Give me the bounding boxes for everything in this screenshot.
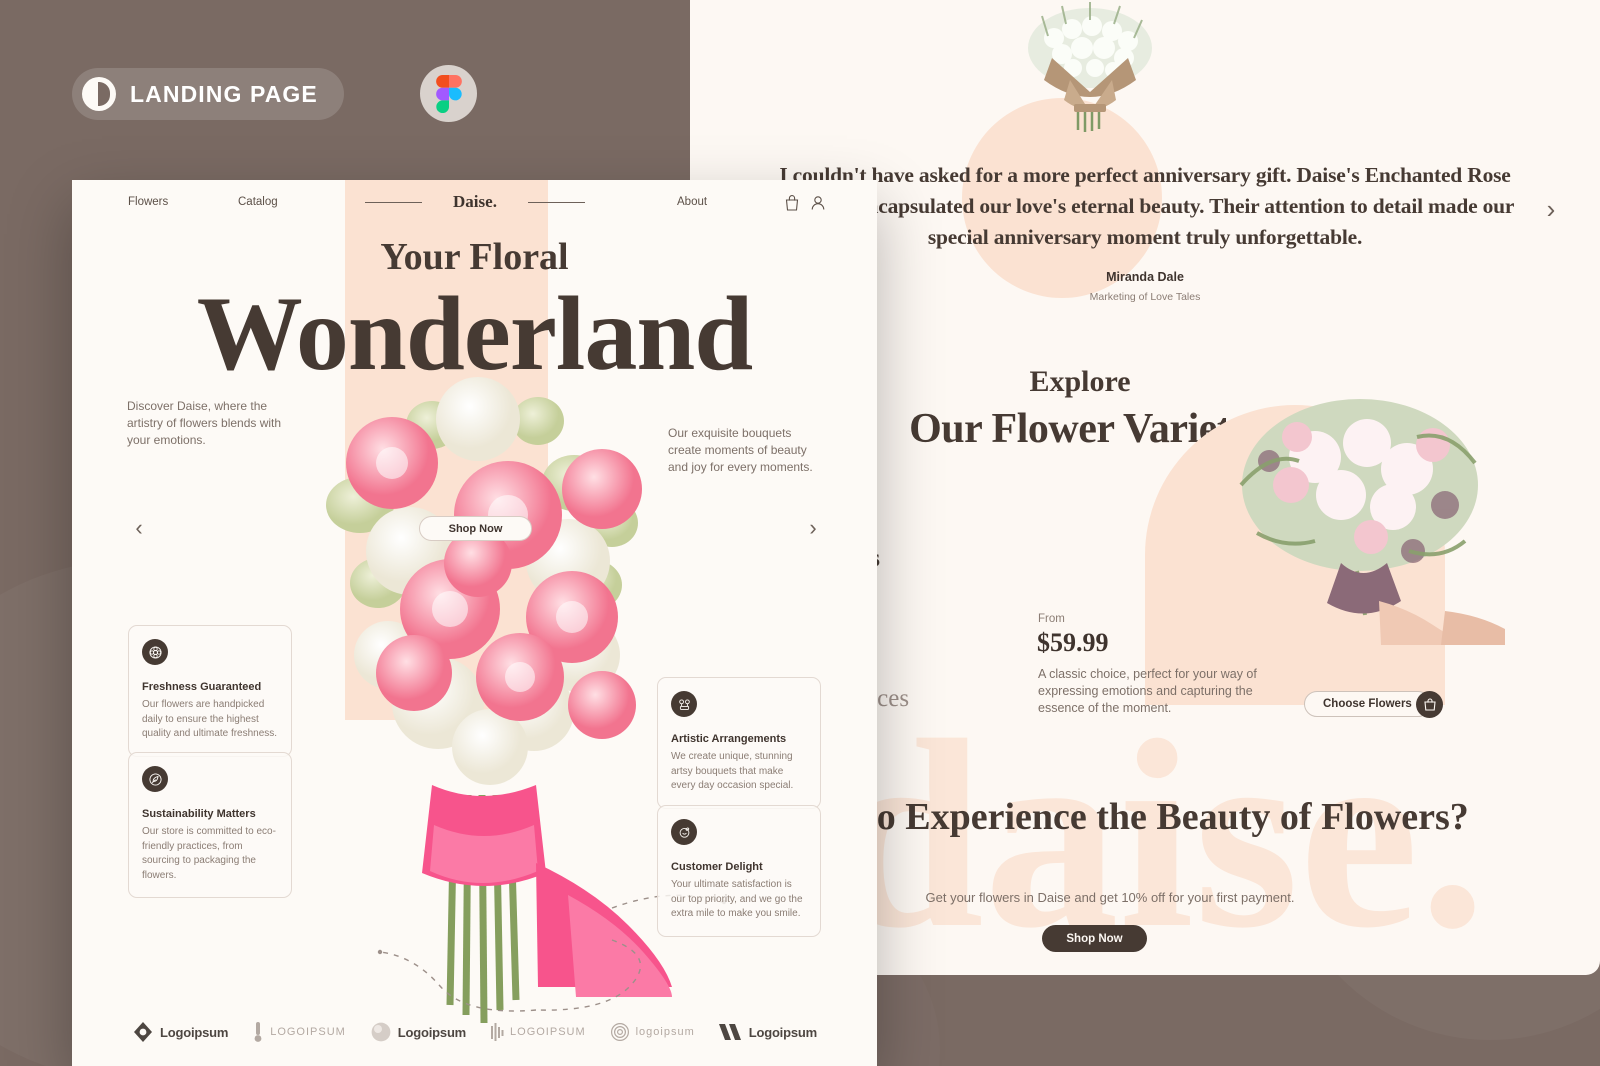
nav-link-catalog[interactable]: Catalog — [238, 196, 278, 208]
landing-page-badge: LANDING PAGE — [72, 68, 344, 120]
bouquet-art-icon — [671, 691, 697, 717]
feature-card-freshness: Freshness Guaranteed Our flowers are han… — [128, 625, 292, 757]
hand-holding-bouquet-image — [1239, 399, 1505, 645]
hero-right-copy: Our exquisite bouquets create moments of… — [668, 426, 813, 474]
site-nav: Flowers Catalog About Daise. — [72, 180, 877, 226]
carousel-prev-button[interactable]: ‹ — [128, 515, 150, 540]
shopping-bag-icon[interactable] — [782, 193, 802, 213]
feature-card-desc: Our store is committed to eco-friendly p… — [142, 826, 276, 881]
feature-card-desc: Our flowers are handpicked daily to ensu… — [142, 699, 278, 739]
list-item: Logoipsum — [132, 1021, 228, 1043]
carousel-next-button[interactable]: › — [802, 515, 824, 540]
pink-bouquet-image — [326, 377, 672, 1024]
list-item: LOGOIPSUM — [252, 1021, 346, 1043]
list-item: Logoipsum — [718, 1022, 817, 1042]
logo-label: LOGOIPSUM — [270, 1026, 346, 1038]
product-price: $59.99 — [1037, 628, 1109, 657]
eco-leaf-icon — [142, 766, 168, 792]
user-account-icon[interactable] — [808, 193, 828, 213]
feature-card-desc: Your ultimate satisfaction is our top pr… — [671, 879, 803, 919]
pin-mark-icon — [254, 1022, 262, 1042]
spiral-mark-icon — [610, 1023, 629, 1041]
figma-icon[interactable] — [420, 65, 477, 122]
nav-link-about[interactable]: About — [677, 196, 707, 208]
feature-card-title: Customer Delight — [671, 861, 763, 873]
white-bouquet-image — [1028, 2, 1152, 132]
chevrons-mark-icon — [718, 1024, 741, 1040]
feature-card-delight: Customer Delight Your ultimate satisfact… — [657, 805, 821, 937]
nav-link-flowers[interactable]: Flowers — [128, 196, 168, 208]
diamond-mark-icon — [133, 1022, 152, 1042]
price-from-label: From — [1038, 613, 1065, 625]
logo-label: logoipsum — [635, 1026, 695, 1038]
bars-mark-icon — [491, 1023, 504, 1041]
flower-badge-icon — [142, 639, 168, 665]
feature-card-sustainability: Sustainability Matters Our store is comm… — [128, 752, 292, 898]
list-item: logoipsum — [610, 1022, 695, 1042]
testimonial-next-button[interactable]: › — [1537, 194, 1565, 224]
feature-card-title: Sustainability Matters — [142, 808, 256, 820]
hero-shop-now-button[interactable]: Shop Now — [419, 516, 532, 541]
hero-left-copy: Discover Daise, where the artistry of fl… — [127, 399, 282, 447]
logo-label: Logoipsum — [748, 1024, 817, 1040]
feature-card-artistic: Artistic Arrangements We create unique, … — [657, 677, 821, 809]
daise-mark-icon — [82, 77, 116, 111]
logo-label: Logoipsum — [397, 1024, 467, 1040]
hero-pretitle: Your Floral — [380, 236, 569, 278]
logo-label: LOGOIPSUM — [510, 1026, 586, 1038]
partner-logo-strip: Logoipsum LOGOIPSUM Logoipsum LOGOIPSUM — [72, 998, 877, 1066]
landing-page-card: Flowers Catalog About Daise. Your Floral… — [72, 180, 877, 1066]
feature-card-title: Freshness Guaranteed — [142, 681, 262, 693]
feature-card-title: Artistic Arrangements — [671, 733, 787, 745]
smile-heart-icon — [671, 819, 697, 845]
brand-rule-right — [528, 202, 585, 203]
sphere-mark-icon — [371, 1022, 391, 1042]
badge-label: LANDING PAGE — [130, 80, 318, 107]
list-item: LOGOIPSUM — [490, 1021, 586, 1043]
feature-card-desc: We create unique, stunning artsy bouquet… — [671, 751, 794, 791]
logo-label: Logoipsum — [159, 1024, 229, 1040]
list-item: Logoipsum — [370, 1021, 466, 1043]
cta-shop-now-button[interactable]: Shop Now — [1042, 925, 1147, 952]
